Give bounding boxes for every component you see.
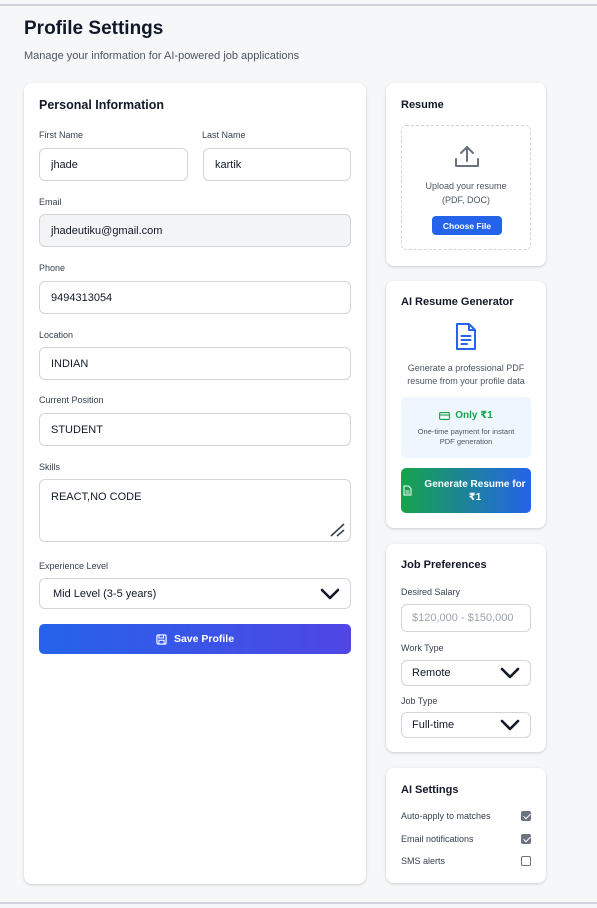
job-preferences-title: Job Preferences [401, 559, 487, 571]
bottom-divider [0, 902, 597, 904]
generate-button-line2: ₹1 [468, 492, 482, 503]
resume-title: Resume [401, 99, 444, 111]
save-profile-button[interactable]: Save Profile [39, 624, 351, 654]
phone-label: Phone [39, 263, 66, 273]
first-name-field[interactable]: jhade [39, 148, 188, 181]
price-label: Only ₹1 [455, 410, 493, 421]
ai-generator-title: AI Resume Generator [401, 296, 514, 308]
setting-sms-alerts: SMS alerts [401, 855, 531, 869]
last-name-field[interactable]: kartik [203, 148, 351, 181]
save-icon [156, 633, 167, 645]
skills-label: Skills [39, 462, 61, 472]
ai-settings-title: AI Settings [401, 784, 459, 796]
location-label: Location [39, 330, 74, 340]
job-type-selected-value: Full-time [412, 719, 455, 731]
resume-dropzone[interactable]: Upload your resume (PDF, DOC) Choose Fil… [401, 125, 531, 250]
auto-apply-checkbox[interactable] [521, 811, 531, 821]
salary-label: Desired Salary [401, 587, 461, 597]
page-subtitle: Manage your information for AI-powered j… [24, 50, 300, 62]
upload-icon [455, 146, 479, 167]
work-type-select[interactable]: Remote [401, 660, 531, 686]
last-name-label: Last Name [202, 130, 246, 140]
experience-select[interactable]: Mid Level (3-5 years) [39, 578, 351, 609]
price-note-line2: PDF generation [439, 437, 493, 446]
document-icon [456, 323, 476, 350]
chevron-down-icon [500, 667, 520, 679]
salary-input[interactable]: $120,000 - $150,000 [401, 604, 531, 632]
location-field[interactable]: INDIAN [39, 347, 351, 380]
choose-file-button[interactable]: Choose File [432, 216, 502, 235]
save-profile-label: Save Profile [173, 633, 235, 645]
setting-email-notifications: Email notifications [401, 833, 531, 847]
work-type-label: Work Type [401, 643, 444, 653]
sms-alerts-checkbox[interactable] [521, 856, 531, 866]
price-note-line1: One-time payment for instant [417, 427, 515, 436]
upload-formats: (PDF, DOC) [442, 195, 490, 205]
email-notifications-checkbox[interactable] [521, 834, 531, 844]
generate-resume-button[interactable]: Generate Resume for ₹1 [401, 468, 531, 513]
work-type-selected-value: Remote [412, 667, 451, 679]
position-field[interactable]: STUDENT [39, 413, 351, 446]
top-divider [0, 4, 597, 6]
chevron-down-icon [320, 588, 340, 599]
personal-info-title: Personal Information [39, 98, 165, 112]
position-label: Current Position [39, 395, 104, 405]
first-name-label: First Name [39, 130, 84, 140]
file-icon [403, 485, 412, 496]
setting-auto-apply-label: Auto-apply to matches [401, 811, 491, 821]
generator-description-line1: Generate a professional PDF [407, 363, 525, 373]
job-type-label: Job Type [401, 696, 438, 706]
setting-auto-apply: Auto-apply to matches [401, 810, 531, 824]
skills-textarea[interactable]: REACT,NO CODE [39, 479, 351, 542]
generate-button-line1: Generate Resume for [424, 479, 526, 490]
setting-sms-alerts-label: SMS alerts [401, 856, 446, 866]
setting-email-notifications-label: Email notifications [401, 834, 474, 844]
page-title: Profile Settings [24, 18, 164, 39]
job-type-select[interactable]: Full-time [401, 712, 531, 738]
phone-field[interactable]: 9494313054 [39, 281, 351, 314]
upload-instructions: Upload your resume [425, 181, 507, 191]
credit-card-icon [439, 411, 451, 420]
email-field[interactable]: jhadeutiku@gmail.com [39, 214, 351, 247]
salary-placeholder: $120,000 - $150,000 [412, 612, 514, 624]
experience-selected-value: Mid Level (3-5 years) [53, 587, 157, 600]
skills-text: REACT,NO CODE [51, 491, 142, 503]
generator-description-line2: resume from your profile data [407, 376, 525, 386]
chevron-down-icon [500, 719, 520, 731]
resize-grip-icon[interactable] [328, 521, 346, 537]
experience-label: Experience Level [39, 561, 109, 571]
price-box: Only ₹1 One-time payment for instant PDF… [401, 397, 531, 458]
email-label: Email [39, 197, 62, 207]
